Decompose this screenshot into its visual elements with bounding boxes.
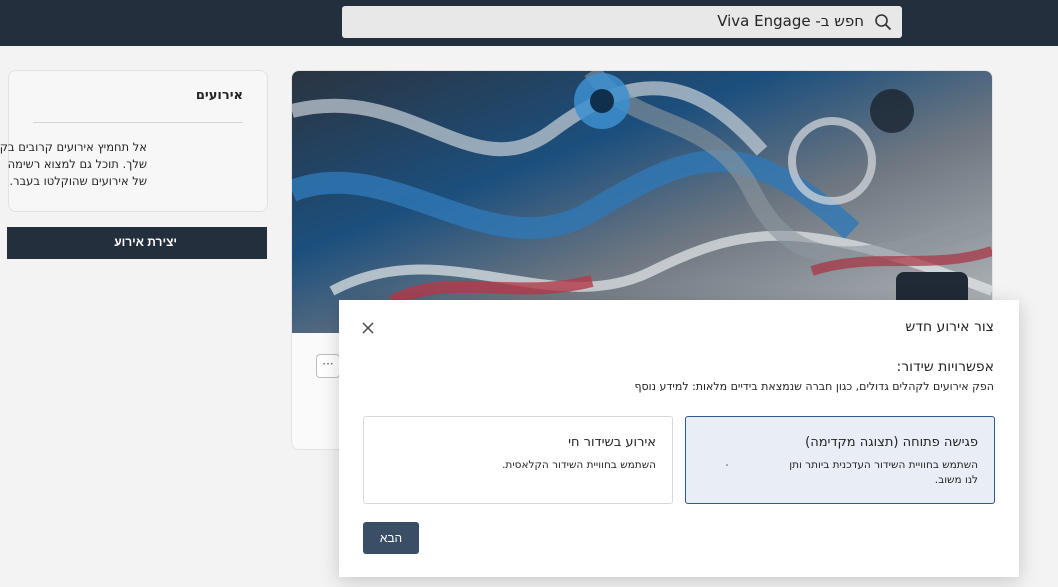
events-card: אירועים אל תחמיץ אירועים קרובים בקהילה ש… [0, 70, 268, 212]
option-town-hall-description: השתמש בחוויית השידור העדכנית ביותר ותן ל… [789, 458, 978, 488]
option-live-event-desc-line1: השתמש בחוויית השידור הקלאסית. [502, 459, 656, 471]
divider [33, 122, 243, 123]
create-event-label: יצירת אירוע [114, 235, 177, 249]
search-box[interactable]: חפש ב- Viva Engage [342, 6, 902, 38]
create-event-button[interactable]: יצירת אירוע [7, 227, 267, 259]
close-icon[interactable] [361, 321, 375, 335]
top-bar: חפש ב- Viva Engage [0, 0, 1058, 46]
events-line-1: אל תחמיץ אירועים קרובים בקהילה [0, 140, 147, 154]
dialog-title: צור אירוע חדש [905, 319, 994, 335]
option-live-event-description: השתמש בחוויית השידור הקלאסית. [502, 458, 656, 473]
option-live-event-name: אירוע בשידור חי [568, 435, 656, 450]
dot [726, 464, 728, 466]
search-icon [875, 14, 892, 31]
search-input[interactable]: חפש ב- Viva Engage [717, 12, 864, 30]
option-live-event[interactable]: אירוע בשידור חי השתמש בחוויית השידור הקל… [363, 416, 673, 504]
create-event-dialog: צור אירוע חדש אפשרויות שידור: הפק אירועי… [339, 300, 1019, 577]
broadcast-options-heading: אפשרויות שידור: [896, 359, 994, 375]
events-description: אל תחמיץ אירועים קרובים בקהילה שלך. תוכל… [0, 139, 147, 190]
hero-image [292, 71, 992, 333]
next-button[interactable]: הבא [363, 522, 419, 554]
events-line-2: שלך. תוכל גם למצוא רשימה [7, 157, 147, 171]
option-town-hall-desc-line1: השתמש בחוויית השידור העדכנית ביותר ותן [789, 459, 978, 471]
option-town-hall-desc-line2: לנו משוב. [934, 474, 978, 486]
events-title: אירועים [195, 88, 243, 103]
more-options-button[interactable]: ··· [316, 354, 340, 378]
option-town-hall-name: פגישה פתוחה (תצוגה מקדימה) [805, 435, 978, 450]
broadcast-options-description: הפק אירועים לקהלים גדולים, כגון חברה שנמ… [634, 380, 994, 393]
option-town-hall[interactable]: פגישה פתוחה (תצוגה מקדימה) השתמש בחוויית… [685, 416, 995, 504]
events-line-3: של אירועים שהוקלטו בעבר. [9, 174, 147, 188]
